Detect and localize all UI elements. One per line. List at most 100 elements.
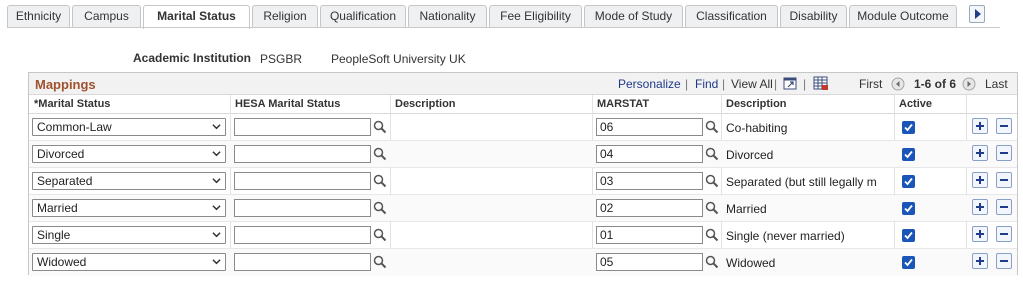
hesa-marital-status-input[interactable] [234, 118, 371, 136]
active-checkbox[interactable] [902, 202, 915, 215]
marstat-input[interactable]: 02 [596, 199, 703, 217]
tab-divider [7, 27, 1000, 28]
hesa-marital-status-input[interactable] [234, 199, 371, 217]
add-row-button[interactable] [972, 118, 988, 134]
marstat-description: Separated (but still legally m [726, 175, 877, 189]
add-row-button[interactable] [972, 226, 988, 242]
download-grid-icon[interactable] [813, 76, 828, 91]
nav-separator: | [722, 77, 726, 91]
table-row: Widowed 05 Widowed [29, 249, 1017, 276]
checkmark-icon [904, 258, 913, 267]
lookup-icon[interactable] [705, 120, 719, 134]
marstat-input[interactable]: 05 [596, 253, 703, 271]
delete-row-button[interactable] [996, 226, 1012, 242]
lookup-icon[interactable] [373, 147, 387, 161]
add-row-button[interactable] [972, 172, 988, 188]
tab-label: Disability [789, 9, 838, 23]
active-checkbox[interactable] [902, 256, 915, 269]
marital-status-select[interactable]: Common-Law [32, 118, 226, 136]
tab-campus[interactable]: Campus [72, 5, 141, 28]
mappings-grid: Mappings Personalize | Find | View All |… [28, 72, 1018, 276]
marstat-description: Co-habiting [726, 121, 788, 135]
chevron-down-icon [212, 205, 221, 211]
select-value: Widowed [37, 255, 87, 269]
find-link[interactable]: Find [695, 77, 718, 91]
marital-status-select[interactable]: Widowed [32, 253, 226, 271]
table-row: Separated 03 Separated (but still legall… [29, 168, 1017, 195]
checkmark-icon [904, 231, 913, 240]
hesa-marital-status-input[interactable] [234, 172, 371, 190]
active-checkbox[interactable] [902, 121, 915, 134]
tab-mode-of-study[interactable]: Mode of Study [584, 5, 683, 28]
lookup-icon[interactable] [373, 174, 387, 188]
add-row-button[interactable] [972, 199, 988, 215]
marital-status-select[interactable]: Married [32, 199, 226, 217]
lookup-icon[interactable] [373, 228, 387, 242]
chevron-down-icon [212, 178, 221, 184]
first-label[interactable]: First [859, 77, 882, 91]
lookup-icon[interactable] [373, 201, 387, 215]
view-all-link[interactable]: View All [731, 77, 773, 91]
col-actions [966, 95, 1017, 114]
tab-label: Religion [263, 9, 307, 23]
lookup-icon[interactable] [705, 174, 719, 188]
lookup-icon[interactable] [705, 255, 719, 269]
marital-status-select[interactable]: Divorced [32, 145, 226, 163]
active-checkbox[interactable] [902, 175, 915, 188]
chevron-down-icon [212, 259, 221, 265]
add-row-button[interactable] [972, 145, 988, 161]
lookup-icon[interactable] [705, 201, 719, 215]
tab-ethnicity[interactable]: Ethnicity [7, 5, 70, 28]
nav-separator: | [803, 77, 807, 91]
col-marstat-description: Description [721, 95, 894, 114]
personalize-link[interactable]: Personalize [618, 77, 681, 91]
add-row-button[interactable] [972, 253, 988, 269]
delete-row-button[interactable] [996, 253, 1012, 269]
tab-fee-eligibility[interactable]: Fee Eligibility [489, 5, 582, 28]
chevron-down-icon [212, 151, 221, 157]
marstat-input[interactable]: 06 [596, 118, 703, 136]
tab-qualification[interactable]: Qualification [320, 5, 406, 28]
next-page-icon[interactable] [962, 77, 977, 92]
marital-status-select[interactable]: Single [32, 226, 226, 244]
active-checkbox[interactable] [902, 148, 915, 161]
delete-row-button[interactable] [996, 172, 1012, 188]
checkmark-icon [904, 177, 913, 186]
previous-page-icon[interactable] [891, 77, 906, 92]
lookup-icon[interactable] [373, 120, 387, 134]
tab-module-outcome[interactable]: Module Outcome [849, 5, 957, 28]
marstat-description: Divorced [726, 148, 774, 162]
delete-row-button[interactable] [996, 145, 1012, 161]
hesa-marital-status-input[interactable] [234, 226, 371, 244]
checkmark-icon [904, 150, 913, 159]
tab-nationality[interactable]: Nationality [408, 5, 487, 28]
col-hesa-marital-status: HESA Marital Status [230, 95, 390, 114]
lookup-icon[interactable] [705, 147, 719, 161]
active-checkbox[interactable] [902, 229, 915, 242]
tab-religion[interactable]: Religion [252, 5, 318, 28]
marstat-description: Widowed [726, 256, 776, 270]
marstat-input[interactable]: 01 [596, 226, 703, 244]
marital-status-select[interactable]: Separated [32, 172, 226, 190]
marstat-input[interactable]: 03 [596, 172, 703, 190]
delete-row-button[interactable] [996, 199, 1012, 215]
delete-row-button[interactable] [996, 118, 1012, 134]
col-marital-status: *Marital Status [29, 95, 230, 114]
lookup-icon[interactable] [373, 255, 387, 269]
tab-label: Mode of Study [594, 9, 673, 23]
tab-label: Qualification [329, 9, 397, 23]
tab-label: Nationality [419, 9, 476, 23]
tab-marital-status[interactable]: Marital Status [143, 5, 250, 29]
last-label[interactable]: Last [985, 77, 1008, 91]
tab-disability[interactable]: Disability [780, 5, 847, 28]
marstat-input[interactable]: 04 [596, 145, 703, 163]
institution-label: Academic Institution [133, 51, 252, 65]
tab-classification[interactable]: Classification [685, 5, 778, 28]
nav-separator: | [685, 77, 689, 91]
col-marstat: MARSTAT [592, 95, 721, 114]
lookup-icon[interactable] [705, 228, 719, 242]
zoom-icon[interactable] [783, 76, 798, 91]
hesa-marital-status-input[interactable] [234, 253, 371, 271]
hesa-marital-status-input[interactable] [234, 145, 371, 163]
tab-scroll-right-button[interactable] [969, 5, 985, 23]
